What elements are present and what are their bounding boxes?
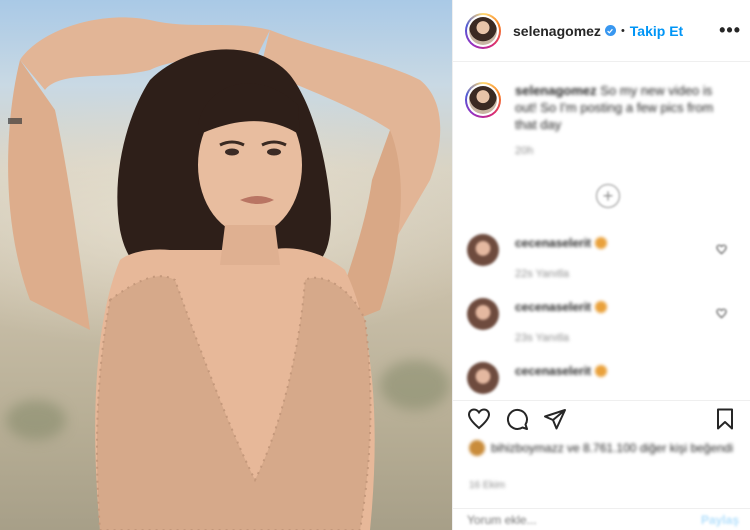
- caption-text-block: selenagomez So my new video is out! So I…: [515, 82, 725, 160]
- liker-avatar: [469, 440, 485, 456]
- load-more-symbol: +: [602, 186, 614, 206]
- comment-avatar[interactable]: [467, 234, 499, 266]
- photo-subject: [8, 17, 441, 530]
- post-caption: selenagomez So my new video is out! So I…: [465, 82, 743, 160]
- comment-avatar[interactable]: [467, 362, 499, 394]
- profile-avatar[interactable]: [465, 12, 501, 49]
- header-username[interactable]: selenagomez: [513, 23, 601, 39]
- plus-circle-icon[interactable]: +: [596, 184, 620, 208]
- post-sidebar: selenagomez • Takip Et ••• selenagomez S…: [452, 0, 750, 530]
- comment-username[interactable]: cecenaselerit: [515, 236, 591, 250]
- post-actions-bar: [453, 400, 750, 436]
- likes-text: bihizboymazz ve 8.761.100 diğer kişi beğ…: [491, 441, 734, 455]
- more-icon[interactable]: •••: [719, 20, 741, 41]
- comment-username[interactable]: cecenaselerit: [515, 364, 591, 378]
- post-header: selenagomez • Takip Et •••: [453, 0, 750, 62]
- comment-meta[interactable]: 22s Yanıtla: [515, 268, 607, 280]
- post-photo[interactable]: [0, 0, 452, 530]
- comment-meta[interactable]: 23s Yanıtla: [515, 332, 607, 344]
- add-comment-bar: Paylaş: [453, 508, 750, 530]
- comment-input[interactable]: [467, 512, 687, 527]
- post-date: 16 Ekim: [469, 480, 506, 491]
- comment-icon[interactable]: [505, 407, 529, 431]
- emoji-icon: [595, 301, 608, 313]
- comment-item: cecenaselerit 23s Yanıtla: [467, 298, 745, 344]
- follow-button[interactable]: Takip Et: [630, 23, 683, 39]
- bookmark-icon[interactable]: [713, 407, 737, 431]
- post-comment-button[interactable]: Paylaş: [701, 513, 739, 527]
- caption-time: 20h: [515, 145, 534, 157]
- avatar-image: [469, 16, 497, 45]
- caption-avatar[interactable]: [465, 82, 501, 118]
- instagram-post: selenagomez • Takip Et ••• selenagomez S…: [0, 0, 750, 530]
- emoji-icon: [595, 237, 608, 249]
- likes-summary[interactable]: bihizboymazz ve 8.761.100 diğer kişi beğ…: [469, 440, 739, 457]
- comment-item: cecenaselerit 22s Yanıtla: [467, 234, 745, 280]
- comment-username[interactable]: cecenaselerit: [515, 300, 591, 314]
- comment-avatar[interactable]: [467, 298, 499, 330]
- heart-icon[interactable]: [716, 308, 727, 319]
- verified-icon: [604, 25, 616, 36]
- emoji-icon: [595, 365, 608, 377]
- heart-icon[interactable]: [716, 244, 727, 255]
- caption-username[interactable]: selenagomez: [515, 83, 597, 98]
- heart-icon[interactable]: [467, 407, 491, 431]
- avatar-image: [469, 86, 497, 114]
- share-icon[interactable]: [543, 407, 567, 431]
- header-separator: •: [620, 24, 625, 37]
